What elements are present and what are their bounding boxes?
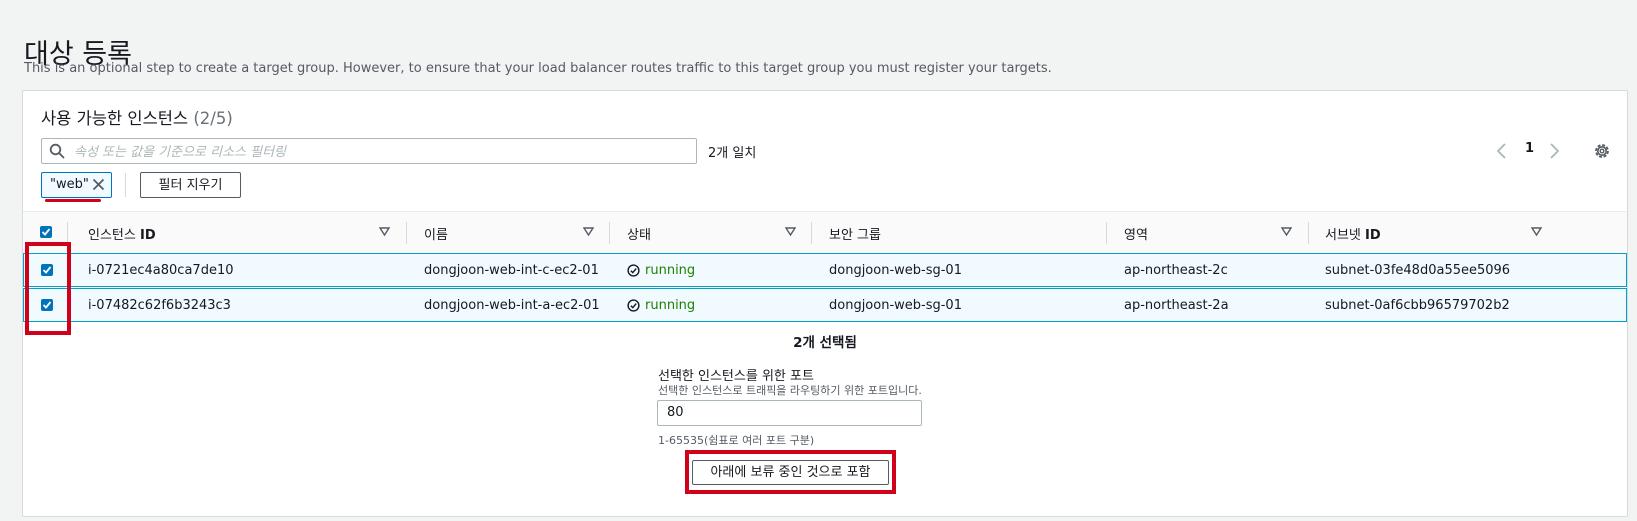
column-header-security-group[interactable]: 보안 그룹 [829, 224, 881, 243]
availability-zone: ap-northeast-2c [1124, 263, 1228, 278]
port-field-description: 선택한 인스턴스로 트래픽을 라우팅하기 위한 포트입니다. [658, 384, 922, 397]
instance-id: i-07482c62f6b3243c3 [88, 298, 231, 313]
include-as-pending-button[interactable]: 아래에 보류 중인 것으로 포함 [692, 460, 889, 485]
check-icon [41, 228, 51, 236]
column-header-name[interactable]: 이름 [424, 224, 448, 243]
match-count: 2개 일치 [708, 146, 757, 161]
column-header-label-suffix: ID [1365, 228, 1381, 243]
panel-title-text: 사용 가능한 인스턴스 [41, 109, 189, 128]
column-header-label: 보안 그룹 [829, 228, 881, 243]
availability-zone: ap-northeast-2a [1124, 298, 1229, 313]
column-header-label: 서브넷 [1325, 228, 1361, 243]
close-icon[interactable] [92, 178, 105, 191]
instance-name: dongjoon-web-int-c-ec2-01 [424, 263, 599, 278]
instance-status: running [645, 298, 696, 313]
column-separator [609, 222, 610, 244]
column-header-status[interactable]: 상태 [627, 224, 651, 243]
filter-token: "web" [41, 172, 112, 198]
table-row[interactable]: i-07482c62f6b3243c3 dongjoon-web-int-a-e… [23, 288, 1627, 322]
search-icon [49, 143, 65, 159]
divider [125, 173, 126, 197]
instance-status: running [645, 263, 696, 278]
sort-caret-down-icon[interactable] [785, 227, 796, 236]
chevron-right-icon[interactable] [1547, 141, 1561, 161]
column-header-label-suffix: ID [139, 228, 156, 243]
instance-id: i-0721ec4a80ca7de10 [88, 263, 234, 278]
column-header-label: 상태 [627, 228, 651, 243]
column-separator [67, 222, 68, 244]
current-page[interactable]: 1 [1525, 141, 1534, 156]
sort-caret-down-icon[interactable] [1281, 227, 1292, 236]
panel-title: 사용 가능한 인스턴스 (2/5) [41, 105, 233, 129]
highlight-annotation-checkboxes [25, 242, 71, 335]
table-header: 인스턴스 ID 이름 상태 보안 그룹 영역 서브넷 ID [23, 211, 1627, 255]
token-highlight-underline [45, 199, 101, 202]
filter-token-label: "web" [50, 177, 89, 192]
chevron-left-icon[interactable] [1495, 141, 1509, 161]
column-header-label: 이름 [424, 228, 448, 243]
select-all-checkbox[interactable] [40, 226, 52, 238]
column-header-label: 인스턴스 [88, 228, 136, 243]
instance-name: dongjoon-web-int-a-ec2-01 [424, 298, 600, 313]
instance-count: (2/5) [193, 109, 233, 128]
search-input[interactable] [72, 141, 686, 163]
resource-filter-box[interactable] [41, 138, 697, 164]
column-separator [1308, 222, 1309, 244]
column-header-subnet-id[interactable]: 서브넷 ID [1325, 224, 1381, 243]
clear-filter-button[interactable]: 필터 지우기 [140, 172, 241, 198]
pagination: 1 [1495, 141, 1565, 161]
available-instances-panel: 사용 가능한 인스턴스 (2/5) 2개 일치 1 "web" 필터 지우기 [22, 90, 1628, 517]
column-separator [406, 222, 407, 244]
status-ok-icon [627, 299, 640, 312]
security-group: dongjoon-web-sg-01 [829, 298, 962, 313]
security-group: dongjoon-web-sg-01 [829, 263, 962, 278]
column-header-label: 영역 [1124, 228, 1148, 243]
subnet-id: subnet-0af6cbb96579702b2 [1325, 298, 1510, 313]
sort-caret-down-icon[interactable] [379, 227, 390, 236]
column-header-zone[interactable]: 영역 [1124, 224, 1148, 243]
subnet-id: subnet-03fe48d0a55ee5096 [1325, 263, 1511, 278]
column-separator [811, 222, 812, 244]
selected-count: 2개 선택됨 [793, 335, 857, 351]
status-ok-icon [627, 264, 640, 277]
column-header-instance-id[interactable]: 인스턴스 ID [88, 224, 156, 243]
page-description: This is an optional step to create a tar… [24, 61, 1052, 76]
column-separator [1106, 222, 1107, 244]
port-input[interactable]: 80 [657, 400, 922, 426]
table-row[interactable]: i-0721ec4a80ca7de10 dongjoon-web-int-c-e… [23, 253, 1627, 287]
port-field-constraint: 1-65535(쉼표로 여러 포트 구분) [658, 434, 815, 447]
sort-caret-down-icon[interactable] [1531, 227, 1542, 236]
gear-icon[interactable] [1592, 141, 1612, 161]
sort-caret-down-icon[interactable] [583, 227, 594, 236]
